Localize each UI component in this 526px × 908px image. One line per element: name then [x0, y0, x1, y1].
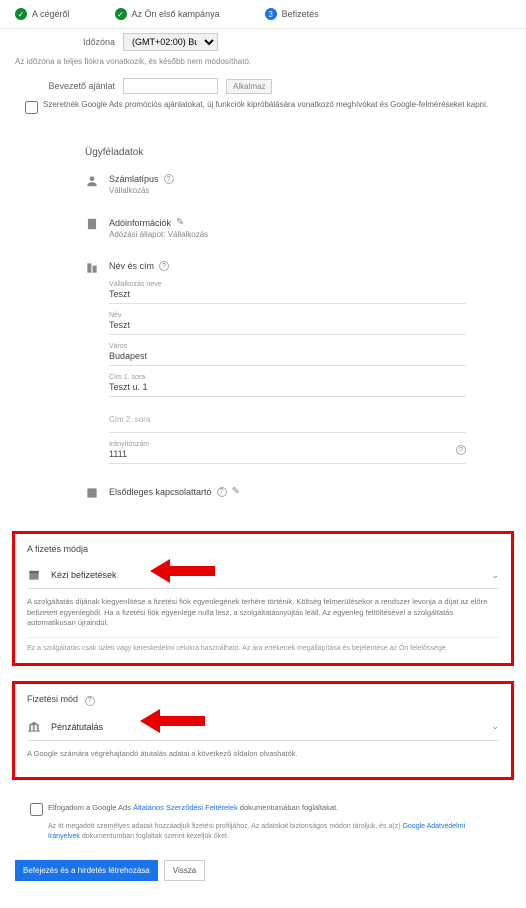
field-label: Név és cím: [109, 261, 154, 271]
apply-button[interactable]: Alkalmaz: [226, 79, 272, 94]
selected-value: Kézi befizetések: [51, 570, 481, 580]
step-payment[interactable]: 3 Befizetés: [265, 8, 319, 20]
box-title: Fizetési mód: [27, 694, 78, 704]
help-icon[interactable]: ?: [456, 445, 466, 455]
bank-icon: [27, 720, 41, 734]
document-icon: [85, 217, 99, 231]
back-button[interactable]: Vissza: [164, 860, 205, 881]
customer-data-section: Ügyféladatok Számlatípus ? Vállalkozás A…: [0, 124, 526, 516]
name-field[interactable]: Név Teszt: [109, 304, 466, 335]
input-placeholder: Cím 2. sora: [109, 405, 466, 428]
timezone-select[interactable]: (GMT+02:00) Budapest: [123, 33, 218, 51]
field-label: Elsődleges kapcsolattartó: [109, 487, 212, 497]
step-campaign[interactable]: ✓ Az Ön első kampánya: [115, 8, 220, 20]
input-label: Név: [109, 312, 466, 319]
pencil-icon[interactable]: ✎: [232, 486, 240, 497]
timezone-label: Időzóna: [15, 37, 115, 47]
field-value: Adózási állapot: Vállalkozás: [109, 230, 466, 239]
input-label: Város: [109, 343, 466, 350]
help-icon[interactable]: ?: [85, 696, 95, 706]
zip-field[interactable]: Irányítószám 1111 ?: [109, 433, 466, 464]
account-type-field: Számlatípus ? Vállalkozás: [85, 168, 466, 201]
footer-actions: Befejezés és a hirdetés létrehozása Viss…: [0, 850, 526, 891]
box-note: Ez a szolgáltatás csak üzleti vagy keres…: [27, 637, 499, 654]
payment-method-select[interactable]: Kézi befizetések ⌄: [27, 562, 499, 589]
promo-label: Bevezető ajánlat: [15, 81, 115, 91]
step-label: Befizetés: [282, 9, 319, 19]
finish-button[interactable]: Befejezés és a hirdetés létrehozása: [15, 860, 158, 881]
promo-checkbox[interactable]: [25, 101, 38, 114]
stepper: ✓ A cégéről ✓ Az Ön első kampánya 3 Befi…: [0, 0, 526, 29]
box-description: A szolgáltatás díjának kiegyenlítése a f…: [27, 597, 499, 629]
timezone-helper: Az időzóna a teljes fiókra vonatkozik, é…: [0, 55, 526, 74]
promo-opt-in: Szeretnék Google Ads promóciós ajánlatok…: [0, 98, 526, 124]
terms-link[interactable]: Általános Szerződési Feltételek: [133, 803, 238, 812]
name-address-field: Név és cím ? Vállalkozás neve Teszt Név …: [85, 255, 466, 470]
input-value: Teszt u. 1: [109, 382, 466, 392]
step-label: A cégéről: [32, 9, 70, 19]
selected-value: Pénzátutalás: [51, 722, 481, 732]
address1-field[interactable]: Cím 1. sora Teszt u. 1: [109, 366, 466, 397]
input-value: Teszt: [109, 289, 466, 299]
city-field[interactable]: Város Budapest: [109, 335, 466, 366]
input-value: Teszt: [109, 320, 466, 330]
building-icon: [85, 261, 99, 275]
input-value: Budapest: [109, 351, 466, 361]
terms-subtext: Az itt megadott személyes adatait hozzáa…: [30, 822, 496, 842]
help-icon[interactable]: ?: [159, 261, 169, 271]
check-icon: ✓: [15, 8, 27, 20]
contact-icon: [85, 486, 99, 500]
timezone-row: Időzóna (GMT+02:00) Budapest: [0, 29, 526, 55]
chevron-down-icon: ⌄: [491, 570, 499, 581]
address2-field[interactable]: Cím 2. sora: [109, 397, 466, 433]
input-label: Vállalkozás neve: [109, 281, 466, 288]
help-icon[interactable]: ?: [164, 174, 174, 184]
input-label: Cím 1. sora: [109, 374, 466, 381]
input-value: 1111: [109, 449, 149, 459]
field-label: Adóinformációk: [109, 218, 171, 228]
company-name-field[interactable]: Vállalkozás neve Teszt: [109, 273, 466, 304]
tax-field: Adóinformációk ✎ Adózási állapot: Vállal…: [85, 211, 466, 245]
calendar-icon: [27, 568, 41, 582]
person-icon: [85, 174, 99, 188]
payment-mode-select[interactable]: Pénzátutalás ⌄: [27, 714, 499, 741]
field-label: Számlatípus: [109, 174, 159, 184]
pencil-icon[interactable]: ✎: [176, 217, 184, 228]
promo-row: Bevezető ajánlat Alkalmaz: [0, 74, 526, 98]
field-value: Vállalkozás: [109, 186, 466, 195]
terms-checkbox[interactable]: [30, 803, 43, 816]
terms-text: Elfogadom a Google Ads Általános Szerződ…: [48, 803, 338, 812]
check-icon: ✓: [115, 8, 127, 20]
section-title: Ügyféladatok: [85, 147, 466, 158]
box-title: A fizetés módja: [27, 544, 499, 554]
input-label: Irányítószám: [109, 441, 149, 448]
step-number-icon: 3: [265, 8, 277, 20]
promo-checkbox-label: Szeretnék Google Ads promóciós ajánlatok…: [43, 100, 488, 109]
payment-mode-box: Fizetési mód ? Pénzátutalás ⌄ A Google s…: [12, 681, 514, 780]
help-icon[interactable]: ?: [217, 487, 227, 497]
step-label: Az Ön első kampánya: [132, 9, 220, 19]
promo-input[interactable]: [123, 78, 218, 94]
step-company[interactable]: ✓ A cégéről: [15, 8, 70, 20]
chevron-down-icon: ⌄: [491, 721, 499, 732]
payment-method-box: A fizetés módja Kézi befizetések ⌄ A szo…: [12, 531, 514, 666]
terms-section: Elfogadom a Google Ads Általános Szerződ…: [0, 795, 526, 850]
primary-contact-field: Elsődleges kapcsolattartó ? ✎: [85, 480, 466, 506]
box-description: A Google számára végrehajtandó átutalás …: [27, 749, 499, 760]
